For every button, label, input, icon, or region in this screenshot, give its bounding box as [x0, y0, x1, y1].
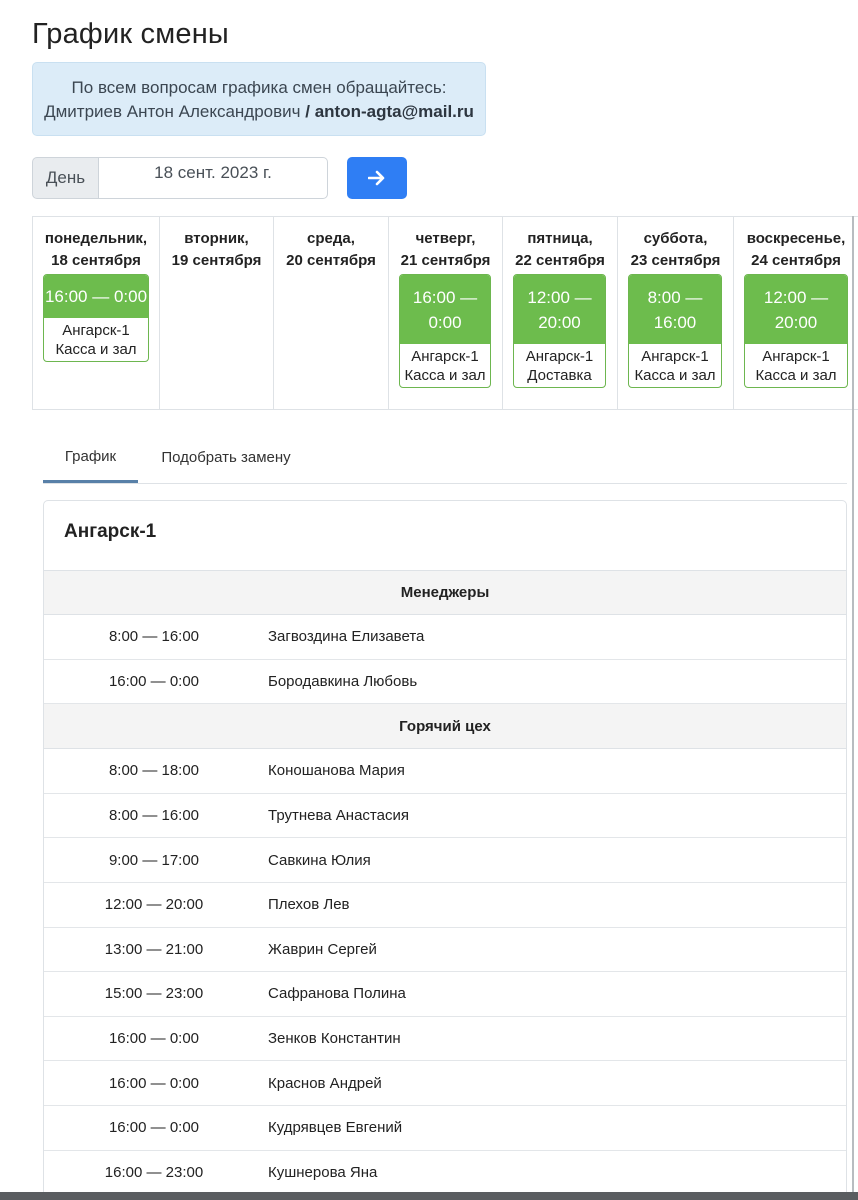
- shift-place: Ангарск-1 Касса и зал: [634, 348, 716, 384]
- shift-hours: 16:00 — 0:00: [108, 1119, 200, 1137]
- contact-info-person: Дмитриев Антон Александрович / anton-agt…: [33, 100, 485, 124]
- schedule-card: Ангарск-1 Менеджеры 8:00 — 16:00 Загвозд…: [43, 500, 847, 1200]
- shift-hours: 13:00 — 21:00: [104, 940, 204, 958]
- employee-name: Сафранова Полина: [268, 985, 406, 1003]
- day-name: четверг, 21 сентября: [400, 230, 491, 269]
- table-row: 9:00 — 17:00 Савкина Юлия: [44, 838, 846, 883]
- group-header: Горячий цех: [44, 704, 846, 750]
- contact-info-line: По всем вопросам графика смен обращайтес…: [71, 78, 447, 97]
- date-input[interactable]: 18 сент. 2023 г.: [99, 157, 328, 199]
- employee-name: Савкина Юлия: [268, 851, 371, 869]
- day-column-monday: понедельник, 18 сентября 16:00 — 0:00 Ан…: [32, 217, 160, 409]
- table-row: 8:00 — 16:00 Трутнева Анастасия: [44, 794, 846, 839]
- employee-name: Кушнерова Яна: [268, 1163, 378, 1181]
- day-column-wednesday: среда, 20 сентября: [274, 217, 389, 409]
- employee-name: Плехов Лев: [268, 896, 350, 914]
- table-row: 16:00 — 0:00 Бородавкина Любовь: [44, 660, 846, 705]
- shift-place: Ангарск-1 Касса и зал: [404, 348, 486, 384]
- employee-name: Загвоздина Елизавета: [268, 628, 425, 646]
- employee-name: Зенков Константин: [268, 1030, 401, 1048]
- shift-card[interactable]: 16:00 — 0:00 Ангарск-1 Касса и зал: [43, 274, 149, 362]
- employee-name: Бородавкина Любовь: [268, 672, 418, 690]
- table-row: 16:00 — 0:00 Кудрявцев Евгений: [44, 1106, 846, 1151]
- day-name: вторник, 19 сентября: [171, 230, 262, 269]
- shift-hours: 12:00 — 20:00: [104, 896, 204, 914]
- date-prefix-label: День: [32, 157, 99, 199]
- shift-place: Ангарск-1 Касса и зал: [55, 322, 137, 358]
- contact-email: anton-agta@mail.ru: [314, 102, 474, 121]
- day-column-thursday: четверг, 21 сентября 16:00 — 0:00 Ангарс…: [389, 217, 503, 409]
- shift-time: 12:00 — 20:00: [514, 275, 605, 344]
- day-name: пятница, 22 сентября: [515, 230, 605, 269]
- employee-name: Трутнева Анастасия: [268, 807, 409, 825]
- table-row: 8:00 — 16:00 Загвоздина Елизавета: [44, 615, 846, 660]
- table-row: 8:00 — 18:00 Коношанова Мария: [44, 749, 846, 794]
- shift-hours: 8:00 — 16:00: [108, 807, 200, 825]
- contact-separator: /: [300, 102, 315, 121]
- employee-name: Краснов Андрей: [268, 1074, 382, 1092]
- table-row: 16:00 — 0:00 Краснов Андрей: [44, 1061, 846, 1106]
- contact-name: Дмитриев Антон Александрович: [44, 102, 301, 121]
- day-column-sunday: воскресенье, 24 сентября 12:00 — 20:00 А…: [734, 217, 858, 409]
- date-filter: День 18 сент. 2023 г.: [32, 157, 328, 199]
- bottom-edge-bar: [0, 1192, 858, 1200]
- week-calendar: понедельник, 18 сентября 16:00 — 0:00 Ан…: [32, 216, 858, 410]
- day-name: воскресенье, 24 сентября: [746, 230, 846, 269]
- employee-name: Коношанова Мария: [268, 762, 405, 780]
- arrow-right-icon: [368, 170, 385, 186]
- shift-hours: 16:00 — 23:00: [104, 1163, 204, 1181]
- go-button[interactable]: [347, 157, 407, 199]
- shift-hours: 8:00 — 16:00: [108, 628, 200, 646]
- day-name: среда, 20 сентября: [286, 230, 376, 269]
- schedule-table: Менеджеры 8:00 — 16:00 Загвоздина Елизав…: [44, 570, 846, 1196]
- group-header: Менеджеры: [44, 570, 846, 615]
- shift-time: 16:00 — 0:00: [400, 275, 490, 344]
- shift-time: 16:00 — 0:00: [44, 275, 148, 318]
- shift-hours: 8:00 — 18:00: [108, 762, 200, 780]
- day-column-friday: пятница, 22 сентября 12:00 — 20:00 Ангар…: [503, 217, 618, 409]
- shift-hours: 9:00 — 17:00: [108, 851, 200, 869]
- tab-schedule[interactable]: График: [43, 432, 138, 483]
- employee-name: Жаврин Сергей: [268, 940, 377, 958]
- tabs-bar: График Подобрать замену: [43, 432, 847, 484]
- scrollbar-track[interactable]: [852, 216, 854, 1200]
- tab-find-replacement[interactable]: Подобрать замену: [151, 432, 301, 483]
- table-row: 13:00 — 21:00 Жаврин Сергей: [44, 928, 846, 973]
- shift-hours: 16:00 — 0:00: [108, 1074, 200, 1092]
- table-row: 12:00 — 20:00 Плехов Лев: [44, 883, 846, 928]
- shift-card[interactable]: 12:00 — 20:00 Ангарск-1 Доставка: [513, 274, 606, 388]
- page-title: График смены: [32, 18, 229, 50]
- table-row: 16:00 — 0:00 Зенков Константин: [44, 1017, 846, 1062]
- shift-time: 12:00 — 20:00: [745, 275, 847, 344]
- table-row: 15:00 — 23:00 Сафранова Полина: [44, 972, 846, 1017]
- shift-hours: 16:00 — 0:00: [108, 672, 200, 690]
- shift-card[interactable]: 16:00 — 0:00 Ангарск-1 Касса и зал: [399, 274, 491, 388]
- day-column-tuesday: вторник, 19 сентября: [160, 217, 274, 409]
- table-row: 16:00 — 23:00 Кушнерова Яна: [44, 1151, 846, 1196]
- shift-card[interactable]: 12:00 — 20:00 Ангарск-1 Касса и зал: [744, 274, 848, 388]
- day-column-saturday: суббота, 23 сентября 8:00 — 16:00 Ангарс…: [618, 217, 734, 409]
- shift-hours: 16:00 — 0:00: [108, 1030, 200, 1048]
- location-title: Ангарск-1: [64, 521, 157, 542]
- shift-hours: 15:00 — 23:00: [104, 985, 204, 1003]
- shift-place: Ангарск-1 Доставка: [525, 348, 594, 384]
- employee-name: Кудрявцев Евгений: [268, 1119, 403, 1137]
- shift-card[interactable]: 8:00 — 16:00 Ангарск-1 Касса и зал: [628, 274, 722, 388]
- shift-time: 8:00 — 16:00: [629, 275, 721, 344]
- contact-info-alert: По всем вопросам графика смен обращайтес…: [32, 62, 486, 136]
- day-name: суббота, 23 сентября: [630, 230, 721, 269]
- shift-place: Ангарск-1 Касса и зал: [755, 348, 837, 384]
- day-name: понедельник, 18 сентября: [44, 230, 148, 269]
